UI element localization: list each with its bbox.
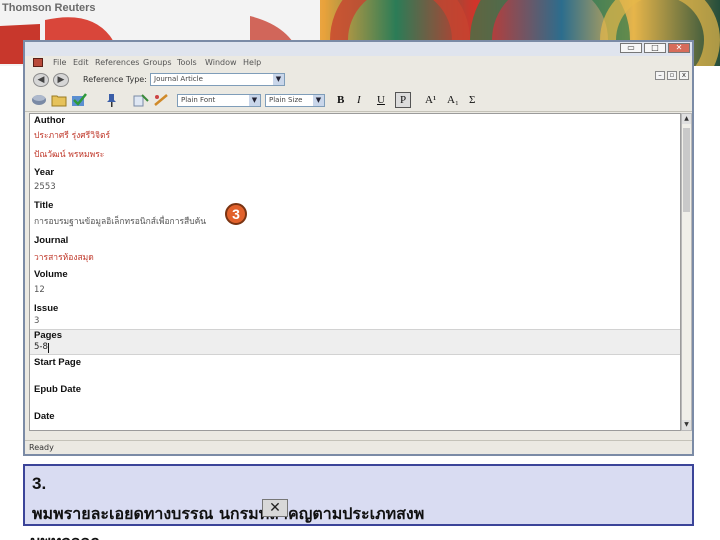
endnote-window: ▭ □ ✕ File Edit References Groups Tools … [23, 40, 694, 456]
pages-field-active-row [30, 329, 680, 355]
year-label: Year [34, 167, 55, 178]
reference-editor[interactable]: Author ประภาศรี รุ่งศรีวิจิตร์ ปัณวัฒน์ … [29, 113, 681, 431]
chevron-down-icon: ▼ [249, 95, 260, 106]
menu-help[interactable]: Help [243, 58, 261, 67]
scroll-down-icon[interactable]: ▼ [682, 420, 691, 430]
note-step-number: 3. [32, 474, 47, 493]
superscript-button[interactable]: A¹ [425, 94, 436, 106]
window-controls: ▭ □ ✕ [620, 43, 690, 53]
underline-button[interactable]: U [377, 94, 385, 106]
reference-type-label: Reference Type: [83, 75, 147, 84]
title-label: Title [34, 200, 54, 211]
broken-glyph-icon: ✕ [262, 499, 288, 517]
app-icon [33, 58, 43, 67]
menu-references[interactable]: References [95, 58, 139, 67]
subscript-button[interactable]: A₁ [447, 94, 459, 106]
menu-edit[interactable]: Edit [73, 58, 89, 67]
insert-figure-icon[interactable] [133, 93, 149, 107]
step-callout-badge: 3 [225, 203, 247, 225]
close-icon[interactable]: ✕ [668, 43, 690, 53]
menu-groups[interactable]: Groups [143, 58, 172, 67]
title-value[interactable]: การอบรมฐานข้อมูลอิเล็กทรอนิกส์เพื่อการสื… [34, 214, 206, 228]
maximize-icon[interactable]: □ [644, 43, 666, 53]
editor-scrollbar[interactable]: ▲ ▼ [681, 113, 692, 431]
font-select[interactable]: Plain Font ▼ [177, 94, 261, 107]
size-select[interactable]: Plain Size ▼ [265, 94, 325, 107]
chevron-down-icon: ▼ [273, 74, 284, 85]
library-icon[interactable] [31, 93, 47, 107]
status-bar: Ready [25, 440, 692, 454]
italic-button[interactable]: I [357, 94, 361, 106]
year-value[interactable]: 2553 [34, 182, 56, 192]
reference-toolbar: ◀ ▶ Reference Type: Journal Article ▼ [25, 70, 692, 90]
font-value: Plain Font [181, 96, 216, 104]
instruction-note: 3. พมพรายละเอยดทางบรรณ นกรมทสำคญตามประเภ… [23, 464, 694, 526]
volume-value[interactable]: 12 [34, 285, 45, 295]
chevron-down-icon: ▼ [313, 95, 324, 106]
text-cursor [48, 343, 49, 353]
minimize-icon[interactable]: ▭ [620, 43, 642, 53]
journal-value[interactable]: วารสารห้องสมุด [34, 250, 94, 264]
menu-file[interactable]: File [53, 58, 66, 67]
author-value[interactable]: ประภาศรี รุ่งศรีวิจิตร์ [34, 128, 110, 142]
menu-window[interactable]: Window [205, 58, 237, 67]
menu-bar: File Edit References Groups Tools Window… [25, 56, 692, 80]
publisher-logo-text: Thomson Reuters [2, 2, 96, 14]
menu-tools[interactable]: Tools [177, 58, 197, 67]
pin-icon[interactable] [103, 93, 119, 107]
note-text: พมพรายละเอยดทางบรรณ นกรมทสำคญตามประเภทสง… [32, 504, 425, 523]
author-label: Author [34, 115, 66, 126]
folder-icon[interactable] [51, 93, 67, 107]
plain-button[interactable]: P [395, 92, 411, 108]
scroll-up-icon[interactable]: ▲ [682, 114, 691, 124]
bold-button[interactable]: B [337, 94, 344, 106]
back-arrow-icon[interactable]: ◀ [33, 73, 49, 87]
journal-label: Journal [34, 235, 69, 246]
formatting-toolbar: Plain Font ▼ Plain Size ▼ B I U P A¹ A₁ … [25, 90, 692, 112]
start-page-label: Start Page [34, 357, 81, 368]
pages-label: Pages [34, 330, 62, 341]
reference-type-select[interactable]: Journal Article ▼ [150, 73, 285, 86]
slide: Thomson Reuters ▭ □ ✕ File Edit Referenc… [0, 0, 720, 540]
scrollbar-thumb[interactable] [683, 128, 690, 212]
size-value: Plain Size [269, 96, 303, 104]
note-text-overflow: มพทจออก [30, 530, 100, 540]
link-icon[interactable] [153, 93, 169, 107]
issue-label: Issue [34, 303, 59, 314]
forward-arrow-icon[interactable]: ▶ [53, 73, 69, 87]
reference-type-value: Journal Article [154, 75, 203, 83]
volume-label: Volume [34, 269, 68, 280]
symbol-button[interactable]: Σ [469, 94, 475, 106]
date-label: Date [34, 411, 55, 422]
pages-value[interactable]: 5-8 [34, 342, 48, 352]
issue-value[interactable]: 3 [34, 316, 39, 326]
epub-date-label: Epub Date [34, 384, 81, 395]
checkmark-icon[interactable] [71, 93, 87, 107]
author-value[interactable]: ปัณวัฒน์ พรหมพระ [34, 147, 104, 161]
window-titlebar: ▭ □ ✕ [25, 42, 692, 56]
